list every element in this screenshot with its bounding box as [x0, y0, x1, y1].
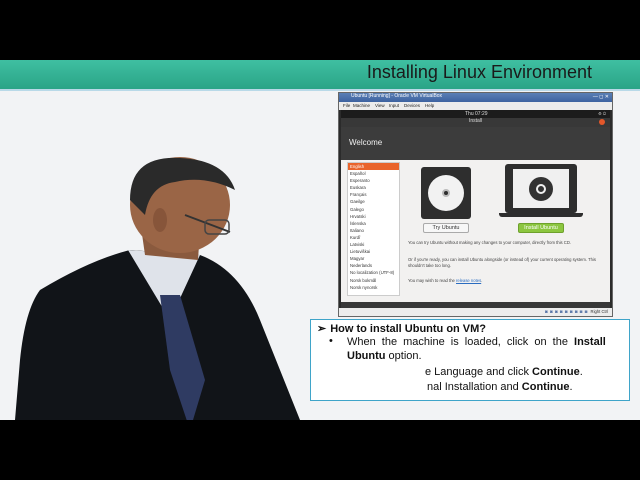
- line3-bold: Continue: [532, 366, 580, 378]
- release-notes-suffix: .: [481, 278, 483, 283]
- guest-clock: Thu 07:29: [465, 111, 488, 117]
- menu-input[interactable]: Input: [389, 103, 399, 108]
- video-frame: Installing Linux Environment Ubuntu [Run…: [0, 0, 640, 480]
- vm-window-title: Ubuntu [Running] - Oracle VM VirtualBox: [351, 93, 443, 99]
- vm-menubar: File Machine View Input Devices Help: [339, 102, 612, 110]
- menu-devices[interactable]: Devices: [404, 103, 420, 108]
- laptop-icon: [505, 164, 577, 213]
- presenter: [15, 157, 300, 420]
- title-divider: [0, 89, 640, 91]
- menu-view[interactable]: View: [375, 103, 385, 108]
- device-status-icons[interactable]: ◙ ◙ ◙ ◙ ◙ ◙ ◙ ◙ ◙: [545, 309, 588, 314]
- host-key-label: Right Ctrl: [590, 309, 608, 314]
- ubuntu-logo-ring: [536, 184, 546, 194]
- slide-title-bar: Installing Linux Environment: [0, 60, 640, 89]
- menu-file[interactable]: File: [343, 103, 350, 108]
- line3-suffix: .: [579, 366, 583, 378]
- ubuntu-logo-icon: [529, 177, 553, 201]
- line4-bold: Continue: [521, 381, 570, 393]
- menu-machine[interactable]: Machine: [353, 103, 370, 108]
- system-menu-icon[interactable]: ⚙ ⏻: [598, 111, 606, 116]
- line1-bold: Install: [574, 336, 606, 348]
- guest-top-bar: Thu 07:29 ⚙ ⏻: [341, 110, 610, 118]
- laptop-base: [499, 213, 583, 217]
- vm-titlebar: Ubuntu [Running] - Oracle VM VirtualBox …: [339, 93, 612, 102]
- window-controls-icon[interactable]: — ◻ ✕: [593, 94, 609, 100]
- laptop-display: [513, 169, 569, 208]
- slide: Installing Linux Environment Ubuntu [Run…: [0, 60, 640, 420]
- line4-suffix: .: [569, 381, 573, 393]
- installer-close-icon[interactable]: [599, 119, 605, 125]
- menu-help[interactable]: Help: [425, 103, 434, 108]
- slide-title: Installing Linux Environment: [366, 62, 592, 82]
- install-ubuntu-button[interactable]: Install Ubuntu: [518, 223, 564, 233]
